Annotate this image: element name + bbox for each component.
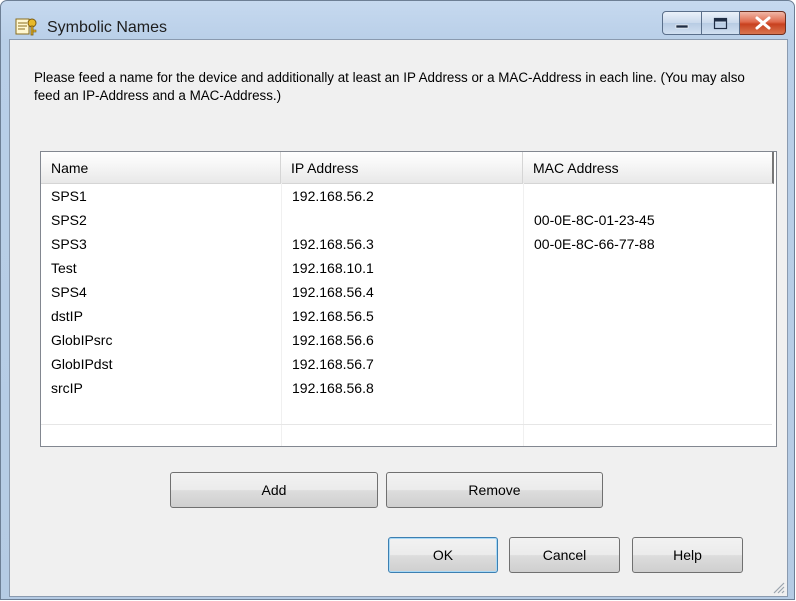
cell-name[interactable]: GlobIPsrc bbox=[51, 332, 112, 348]
add-button[interactable]: Add bbox=[170, 472, 378, 508]
table-row[interactable]: GlobIPsrc 192.168.56.6 bbox=[41, 328, 772, 352]
cell-name[interactable]: GlobIPdst bbox=[51, 356, 112, 372]
cell-ip[interactable]: 192.168.56.3 bbox=[292, 236, 374, 252]
resize-grip-icon[interactable] bbox=[771, 580, 785, 594]
window-title: Symbolic Names bbox=[47, 19, 168, 36]
cell-name[interactable]: SPS1 bbox=[51, 188, 87, 204]
cell-ip[interactable]: 192.168.56.8 bbox=[292, 380, 374, 396]
cancel-button[interactable]: Cancel bbox=[509, 537, 620, 573]
dialog-client-area: Please feed a name for the device and ad… bbox=[9, 39, 788, 597]
table-row[interactable]: SPS2 00-0E-8C-01-23-45 bbox=[41, 208, 772, 232]
close-button[interactable] bbox=[740, 11, 786, 35]
instruction-text: Please feed a name for the device and ad… bbox=[34, 70, 745, 103]
cell-ip[interactable]: 192.168.56.5 bbox=[292, 308, 374, 324]
cell-ip[interactable]: 192.168.56.7 bbox=[292, 356, 374, 372]
table-row[interactable]: SPS1 192.168.56.2 bbox=[41, 184, 772, 208]
table-row[interactable]: srcIP 192.168.56.8 bbox=[41, 376, 772, 400]
ok-button[interactable]: OK bbox=[388, 537, 498, 573]
cell-name[interactable]: dstIP bbox=[51, 308, 83, 324]
new-entry-row[interactable] bbox=[41, 400, 772, 425]
cell-name[interactable]: SPS4 bbox=[51, 284, 87, 300]
cell-ip[interactable]: 192.168.10.1 bbox=[292, 260, 374, 276]
cell-ip[interactable]: 192.168.56.2 bbox=[292, 188, 374, 204]
table-row[interactable]: Test 192.168.10.1 bbox=[41, 256, 772, 280]
key-card-icon bbox=[15, 17, 39, 37]
caption-buttons bbox=[662, 11, 786, 35]
table-row[interactable]: dstIP 192.168.56.5 bbox=[41, 304, 772, 328]
column-header-mac-address[interactable]: MAC Address bbox=[523, 152, 772, 183]
dialog-window: Symbolic Names Please feed a name for th… bbox=[0, 0, 795, 600]
cell-name[interactable]: SPS2 bbox=[51, 212, 87, 228]
minimize-button[interactable] bbox=[662, 11, 702, 35]
column-header-name[interactable]: Name bbox=[41, 152, 281, 183]
symbolic-names-table[interactable]: Name IP Address MAC Address SPS1 192.168.… bbox=[40, 151, 777, 447]
maximize-button[interactable] bbox=[702, 11, 740, 35]
table-row[interactable]: GlobIPdst 192.168.56.7 bbox=[41, 352, 772, 376]
cell-name[interactable]: srcIP bbox=[51, 380, 83, 396]
cell-mac[interactable]: 00-0E-8C-01-23-45 bbox=[534, 212, 655, 228]
cell-ip[interactable]: 192.168.56.4 bbox=[292, 284, 374, 300]
remove-button[interactable]: Remove bbox=[386, 472, 603, 508]
cell-mac[interactable]: 00-0E-8C-66-77-88 bbox=[534, 236, 655, 252]
table-row[interactable]: SPS4 192.168.56.4 bbox=[41, 280, 772, 304]
cell-ip[interactable]: 192.168.56.6 bbox=[292, 332, 374, 348]
table-row[interactable]: SPS3 192.168.56.3 00-0E-8C-66-77-88 bbox=[41, 232, 772, 256]
title-bar[interactable]: Symbolic Names bbox=[1, 1, 794, 39]
cell-name[interactable]: SPS3 bbox=[51, 236, 87, 252]
table-header: Name IP Address MAC Address bbox=[41, 152, 774, 184]
cell-name[interactable]: Test bbox=[51, 260, 77, 276]
column-header-ip-address[interactable]: IP Address bbox=[281, 152, 523, 183]
help-button[interactable]: Help bbox=[632, 537, 743, 573]
